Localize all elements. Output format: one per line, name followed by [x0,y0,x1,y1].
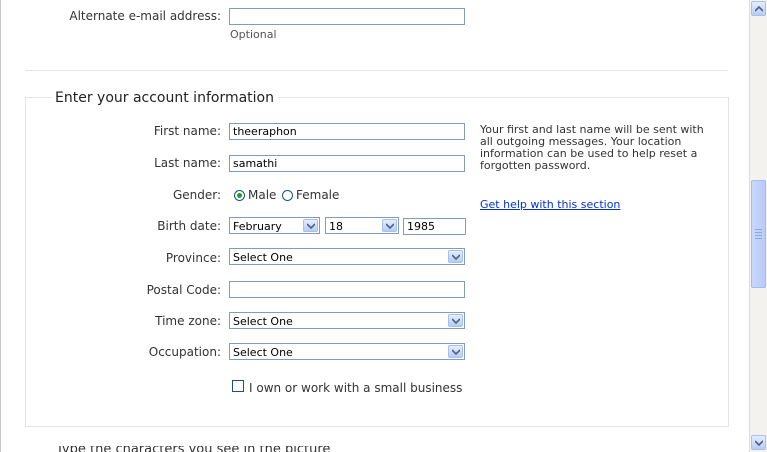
help-link[interactable]: Get help with this section [480,198,620,211]
birth-day-value: 18 [329,220,343,233]
gender-male-label[interactable]: Male [248,188,276,202]
province-select[interactable]: Select One [229,248,465,265]
alt-email-field[interactable] [229,8,465,25]
postal-code-field[interactable] [229,281,465,298]
page-content: Alternate e-mail address: Optional Enter… [0,0,749,452]
occupation-select[interactable]: Select One [229,343,465,360]
birth-day-select[interactable]: 18 [325,217,399,234]
time-zone-select[interactable]: Select One [229,312,465,329]
small-business-label[interactable]: I own or work with a small business [249,381,462,395]
last-name-label: Last name: [154,156,221,170]
first-name-field[interactable]: theeraphon [229,123,465,140]
time-zone-value: Select One [233,315,293,328]
alt-email-label: Alternate e-mail address: [69,9,221,23]
birth-month-value: February [233,220,282,233]
gender-label: Gender: [172,188,221,202]
scrollbar-thumb[interactable] [751,180,766,288]
birth-month-select[interactable]: February [229,217,320,234]
next-section-title: Type the characters you see in the pictu… [56,446,330,452]
gender-male-radio[interactable] [234,190,245,201]
help-text: Your first and last name will be sent wi… [480,123,704,172]
occupation-value: Select One [233,346,293,359]
province-label: Province: [165,251,221,265]
gender-female-radio[interactable] [282,190,293,201]
chevron-down-icon[interactable] [382,219,397,232]
birth-date-label: Birth date: [157,219,221,233]
chevron-down-icon[interactable] [448,314,463,327]
occupation-label: Occupation: [148,345,221,359]
vertical-scrollbar[interactable] [749,0,767,452]
alt-email-hint: Optional [230,28,277,41]
province-value: Select One [233,251,293,264]
birth-year-field[interactable]: 1985 [403,218,466,235]
time-zone-label: Time zone: [155,314,221,328]
divider [25,70,728,71]
chevron-down-icon[interactable] [448,250,463,263]
first-name-label: First name: [153,124,221,138]
gender-female-label[interactable]: Female [296,188,339,202]
chevron-down-icon[interactable] [448,345,463,358]
scroll-down-button[interactable] [751,435,766,450]
last-name-field[interactable]: samathi [229,155,465,172]
section-title: Enter your account information [51,90,278,106]
scroll-up-button[interactable] [751,1,766,16]
small-business-checkbox[interactable] [232,380,244,392]
postal-code-label: Postal Code: [146,283,221,297]
chevron-down-icon[interactable] [303,219,318,232]
